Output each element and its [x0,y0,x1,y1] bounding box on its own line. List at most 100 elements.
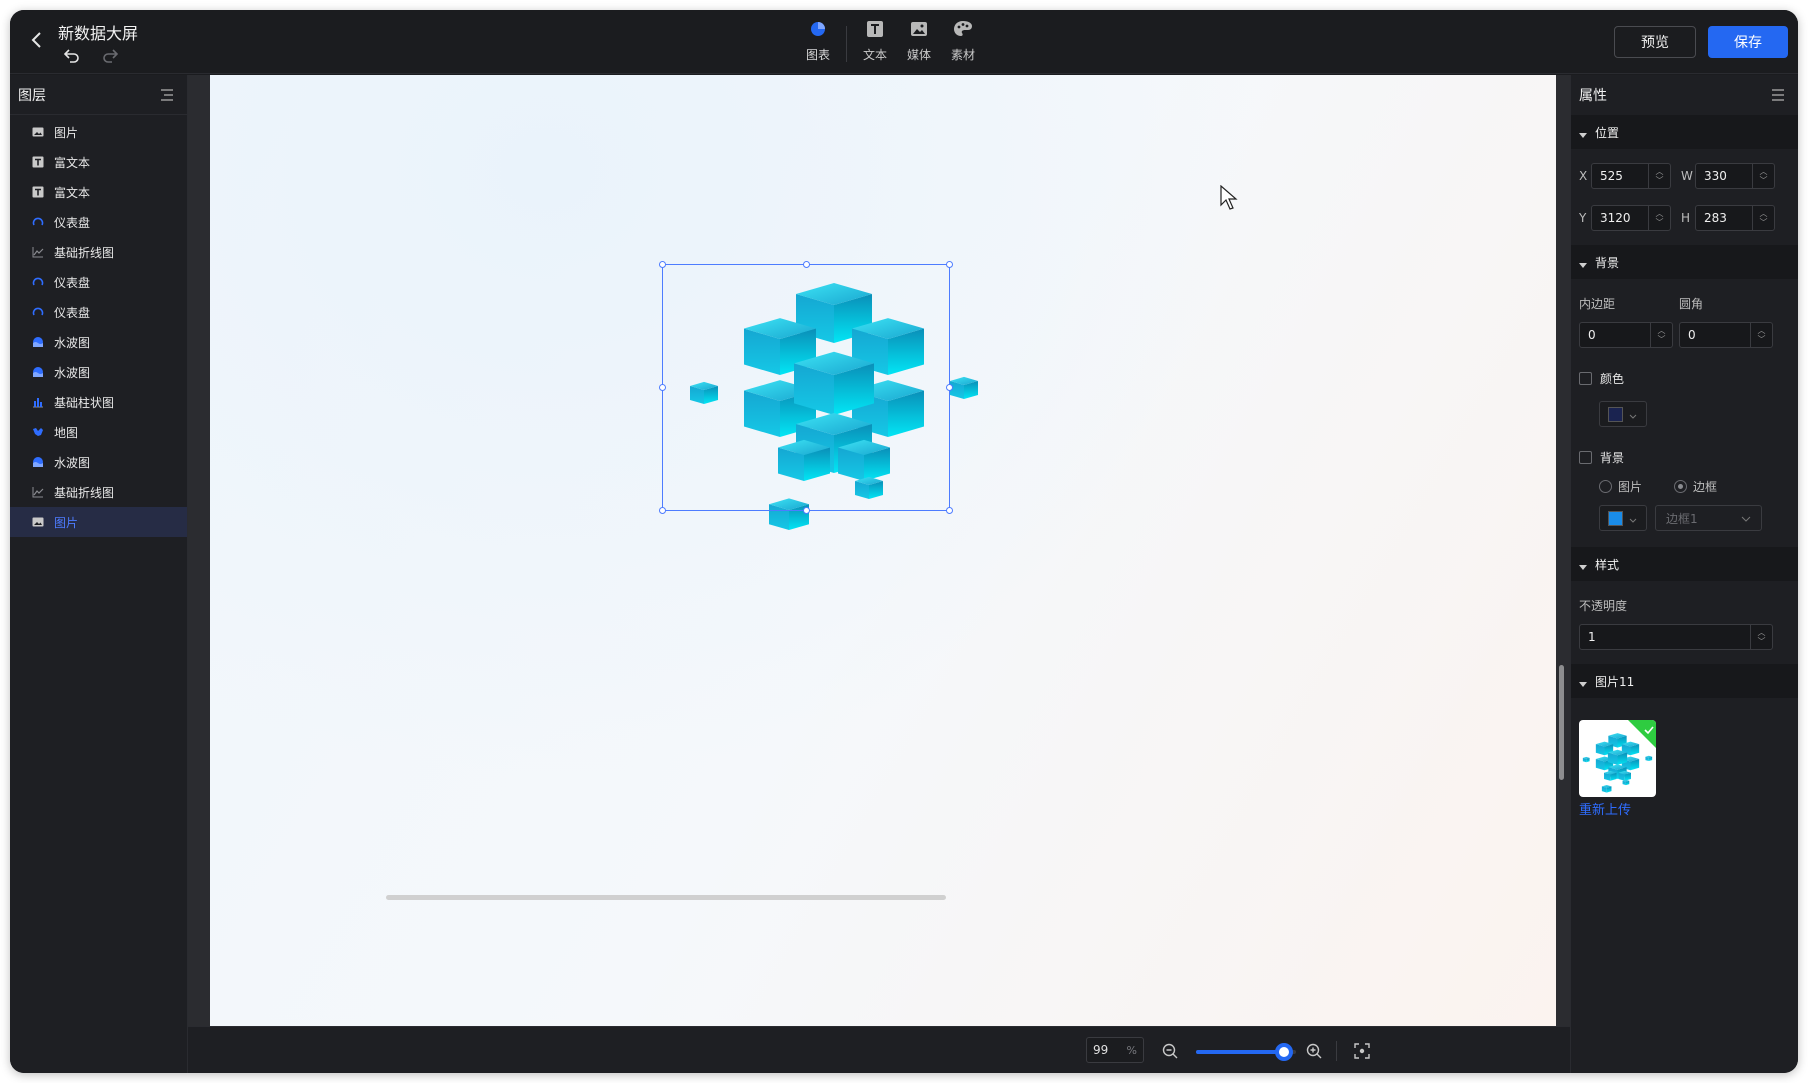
row-color-picker [1571,401,1798,427]
radius-label: 圆角 [1679,297,1704,311]
resize-handle-w[interactable] [659,384,666,391]
tool-assets-label: 素材 [950,48,975,62]
layers-panel: 图层 图片 富文本 富文本 仪表盘 基础折线图 仪表盘 仪表盘 水波图 水波图 基础柱状图 地图 水波… [10,75,188,1073]
opacity-field[interactable]: 1 ︿ ﹀ [1579,624,1773,650]
layer-item[interactable]: 水波图 [10,327,187,357]
check-icon [1644,720,1654,739]
color-checkbox[interactable] [1579,372,1592,385]
resize-handle-sw[interactable] [659,507,666,514]
selection-box[interactable] [659,261,953,514]
layers-panel-title: 图层 [18,87,46,104]
h-value: 283 [1704,211,1727,225]
layer-item[interactable]: 仪表盘 [10,297,187,327]
y-field[interactable]: 3120 ︿ ﹀ [1591,205,1671,231]
w-stepper[interactable]: ︿ ﹀ [1752,164,1774,188]
reupload-link[interactable]: 重新上传 [1579,799,1631,818]
h-stepper[interactable]: ︿ ﹀ [1752,206,1774,230]
radius-field[interactable]: 0 ︿ ﹀ [1679,322,1773,348]
save-button[interactable]: 保存 [1708,26,1788,58]
gauge-icon [32,306,44,318]
zoom-unit: % [1126,1043,1137,1057]
opacity-stepper[interactable]: ︿ ﹀ [1750,625,1772,649]
h-field[interactable]: 283 ︿ ﹀ [1695,205,1775,231]
gauge-icon [32,216,44,228]
background-checkbox[interactable] [1579,451,1592,464]
chevron-down-icon [1741,511,1751,525]
layer-item[interactable]: 富文本 [10,147,187,177]
image-thumbnail[interactable] [1579,720,1656,797]
resize-handle-e[interactable] [946,384,953,391]
layer-item[interactable]: 仪表盘 [10,207,187,237]
undo-icon[interactable] [62,46,82,66]
section-position[interactable]: 位置 [1571,115,1798,149]
layer-item-label: 水波图 [54,335,91,350]
liquid-fill-icon [32,366,44,378]
radius-stepper[interactable]: ︿ ﹀ [1750,323,1772,347]
section-style[interactable]: 样式 [1571,547,1798,581]
color-picker[interactable] [1599,401,1647,427]
w-field[interactable]: 330 ︿ ﹀ [1695,163,1775,189]
layer-item[interactable]: 地图 [10,417,187,447]
layer-list: 图片 富文本 富文本 仪表盘 基础折线图 仪表盘 仪表盘 水波图 水波图 基础柱状图 地图 水波图 基础… [10,115,187,537]
resize-handle-se[interactable] [946,507,953,514]
liquid-fill-icon [32,336,44,348]
zoom-input[interactable]: 99 % [1086,1037,1144,1063]
tool-chart[interactable]: 图表 [796,20,840,63]
row-padding-radius-labels: 内边距 圆角 [1571,295,1798,312]
zoom-in-icon[interactable] [1306,1043,1322,1059]
zoom-slider-thumb[interactable] [1275,1043,1293,1061]
gauge-icon [32,276,44,288]
padding-field[interactable]: 0 ︿ ﹀ [1579,322,1673,348]
horizontal-scrollbar[interactable] [386,895,946,900]
caret-down-icon [1579,128,1587,138]
layer-item[interactable]: 富文本 [10,177,187,207]
row-bg-radios: 图片 边框 [1571,478,1798,495]
canvas-area[interactable] [188,75,1570,1026]
bg-color-swatch [1608,510,1623,526]
layer-item[interactable]: 水波图 [10,357,187,387]
redo-icon[interactable] [100,46,120,66]
zoom-out-icon[interactable] [1162,1043,1178,1059]
radio-border[interactable] [1674,480,1688,493]
tool-assets[interactable]: 素材 [941,20,985,63]
tool-media-label: 媒体 [906,48,931,62]
section-image[interactable]: 图片11 [1571,664,1798,698]
layer-item-label: 仪表盘 [54,305,91,320]
bg-color-picker[interactable] [1599,505,1647,531]
layer-item[interactable]: 图片 [10,117,187,147]
section-background[interactable]: 背景 [1571,245,1798,279]
layer-item-label: 基础折线图 [54,245,115,260]
tool-media[interactable]: 媒体 [897,20,941,63]
resize-handle-ne[interactable] [946,261,953,268]
x-field[interactable]: 525 ︿ ﹀ [1591,163,1671,189]
y-stepper[interactable]: ︿ ﹀ [1648,206,1670,230]
layer-item[interactable]: 图片 [10,507,187,537]
menu-icon[interactable] [1770,87,1786,103]
layer-item[interactable]: 仪表盘 [10,267,187,297]
back-arrow-icon[interactable] [24,28,48,52]
border-style-select[interactable]: 边框1 [1655,505,1762,531]
x-stepper[interactable]: ︿ ﹀ [1648,164,1670,188]
section-style-label: 样式 [1595,557,1620,572]
fit-screen-icon[interactable] [1354,1043,1370,1059]
chevron-down-icon [1629,405,1637,424]
x-label: X [1579,169,1588,183]
resize-handle-n[interactable] [803,261,810,268]
layer-item[interactable]: 基础柱状图 [10,387,187,417]
layer-item[interactable]: 基础折线图 [10,477,187,507]
padding-stepper[interactable]: ︿ ﹀ [1650,323,1672,347]
layer-item[interactable]: 基础折线图 [10,237,187,267]
radio-image[interactable] [1599,480,1612,493]
layer-item[interactable]: 水波图 [10,447,187,477]
preview-button[interactable]: 预览 [1614,26,1696,58]
resize-handle-s[interactable] [803,507,810,514]
menu-icon[interactable] [159,87,175,103]
vertical-scrollbar[interactable] [1559,665,1564,780]
border-style-placeholder: 边框1 [1666,511,1698,526]
resize-handle-nw[interactable] [659,261,666,268]
design-canvas[interactable] [210,75,1556,1026]
layer-item-label: 基础柱状图 [54,395,115,410]
properties-panel: 属性 位置 X 525 ︿ ﹀ W 330 ︿ ﹀ Y 3120 ︿ ﹀ H 2… [1570,75,1798,1073]
layer-item-label: 富文本 [54,155,91,170]
tool-text[interactable]: 文本 [853,20,897,63]
